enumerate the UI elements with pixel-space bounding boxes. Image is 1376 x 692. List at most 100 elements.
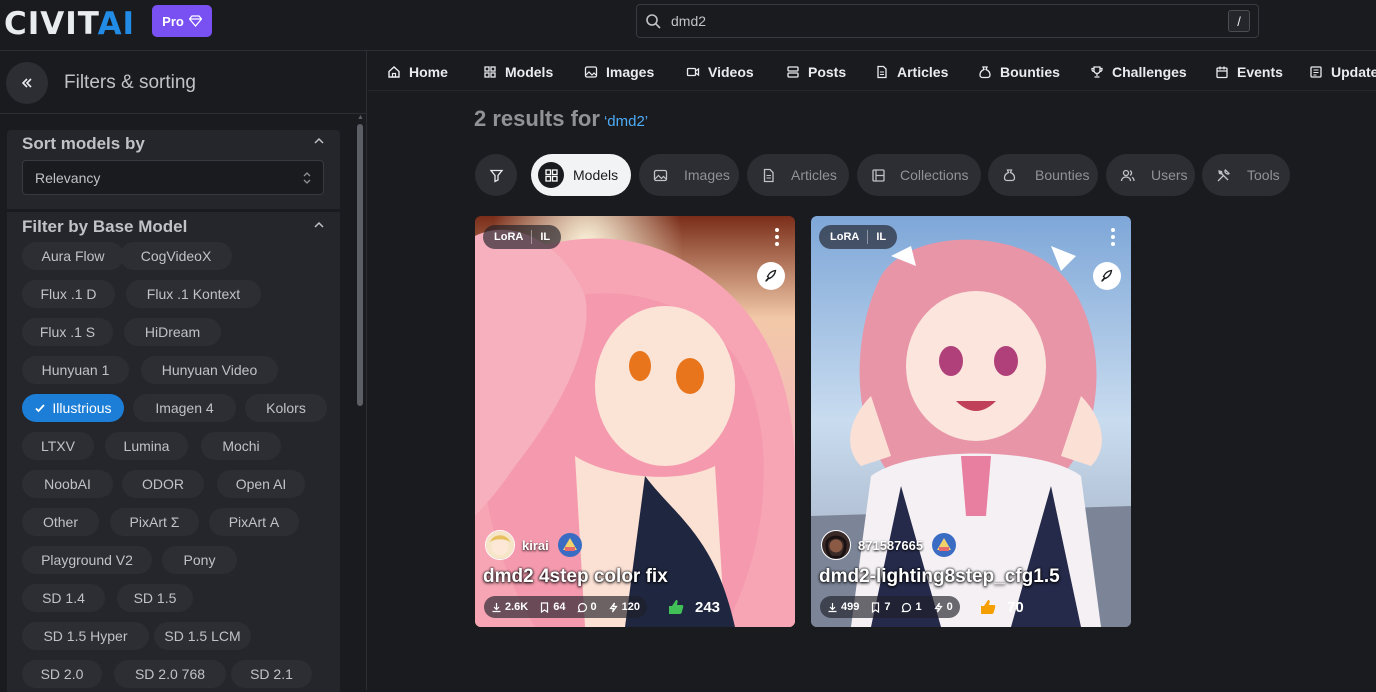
users-icon xyxy=(1120,169,1135,181)
base-model-chip[interactable]: Mochi xyxy=(201,432,281,460)
sort-select-value: Relevancy xyxy=(35,170,101,186)
collected-count: 7 xyxy=(884,601,891,613)
base-model-chip-label: NoobAI xyxy=(44,476,91,492)
model-card[interactable]: LoRA IL kirai dmd2 4step color fix 2.6K 6… xyxy=(475,216,795,627)
base-model-chip[interactable]: SD 2.0 768 xyxy=(114,660,226,688)
civitai-logo[interactable]: CIVITAI xyxy=(4,6,135,42)
base-model-chip[interactable]: Other xyxy=(22,508,99,536)
nav-bounties[interactable]: Bounties xyxy=(978,63,1060,81)
search-shortcut-key: / xyxy=(1228,10,1250,32)
more-options-icon[interactable] xyxy=(775,228,779,246)
sidebar-scrollbar[interactable] xyxy=(357,124,363,406)
nav-models[interactable]: Models xyxy=(483,63,553,81)
badge-separator xyxy=(867,230,869,244)
nav-updates[interactable]: Updates xyxy=(1309,63,1376,81)
base-model-chip-label: Pony xyxy=(183,552,216,568)
base-model-chip[interactable]: PixArt Σ xyxy=(110,508,199,536)
base-model-chip[interactable]: HiDream xyxy=(124,318,221,346)
model-stats: 499 7 1 0 xyxy=(820,596,960,618)
more-options-icon[interactable] xyxy=(1111,228,1115,246)
tab-collections-label: Collections xyxy=(900,167,969,183)
base-model-chip[interactable]: Pony xyxy=(162,546,237,574)
nav-articles[interactable]: Articles xyxy=(875,63,948,81)
base-model-chip-label: Open AI xyxy=(235,476,287,492)
nav-home-label: Home xyxy=(409,64,448,80)
base-model-chip-label: Playground V2 xyxy=(41,552,133,568)
pro-button[interactable]: Pro xyxy=(152,5,212,37)
base-model-chip[interactable]: SD 1.5 xyxy=(117,584,193,612)
tab-articles[interactable]: Articles xyxy=(747,154,849,196)
tab-images-label: Images xyxy=(684,167,730,183)
base-model: IL xyxy=(876,231,887,243)
search-input[interactable] xyxy=(671,13,1211,29)
base-model-chip[interactable]: SD 2.1 xyxy=(231,660,312,688)
tab-models-label: Models xyxy=(573,167,619,183)
base-model-chip[interactable]: Flux .1 Kontext xyxy=(126,280,261,308)
chevron-up-icon[interactable] xyxy=(312,218,326,232)
base-model-chip[interactable]: Open AI xyxy=(217,470,305,498)
base-model-chip[interactable]: Hunyuan Video xyxy=(141,356,278,384)
tab-models[interactable]: Models xyxy=(531,154,631,196)
creator-name: kirai xyxy=(522,537,549,553)
filter-toggle-button[interactable] xyxy=(475,154,517,196)
nav-updates-label: Updates xyxy=(1331,64,1376,80)
chevrons-left-icon xyxy=(21,78,32,88)
base-model-chip[interactable]: LTXV xyxy=(22,432,94,460)
selector-icon xyxy=(303,172,311,184)
base-model-chip[interactable]: NoobAI xyxy=(22,470,113,498)
filter-icon xyxy=(489,169,503,183)
home-icon xyxy=(388,66,400,78)
scroll-up-arrow[interactable]: ▲ xyxy=(357,114,364,122)
creator-info[interactable]: kirai xyxy=(485,529,583,561)
nav-home[interactable]: Home xyxy=(387,63,448,81)
base-model-chip-label: SD 2.0 768 xyxy=(134,666,206,682)
bookmark-icon xyxy=(541,601,549,613)
base-model-chip[interactable]: Illustrious xyxy=(22,394,124,422)
collapse-sidebar-button[interactable] xyxy=(6,62,48,104)
base-model-chip[interactable]: SD 1.5 Hyper xyxy=(22,622,149,650)
tab-users[interactable]: Users xyxy=(1106,154,1195,196)
base-model-chip[interactable]: SD 2.0 xyxy=(22,660,102,688)
base-model-filter-panel: Filter by Base Model Aura Flow CogVideoX F… xyxy=(7,212,340,692)
model-card[interactable]: LoRA IL 871587665 dmd2-lighting8step_cfg1… xyxy=(811,216,1131,627)
base-model-chip[interactable]: Aura Flow xyxy=(22,242,124,270)
nav-models-label: Models xyxy=(505,64,554,80)
tab-collections[interactable]: Collections xyxy=(857,154,981,196)
tab-bounties[interactable]: Bounties xyxy=(988,154,1098,196)
nav-events[interactable]: Events xyxy=(1215,63,1283,81)
base-model-chip[interactable]: SD 1.4 xyxy=(22,584,105,612)
main-nav: Home Models Images Videos Posts Articles… xyxy=(368,51,1376,91)
sort-select[interactable]: Relevancy xyxy=(22,160,324,195)
tab-tools[interactable]: Tools xyxy=(1202,154,1290,196)
base-model-chip[interactable]: Imagen 4 xyxy=(133,394,236,422)
downloads-count: 2.6K xyxy=(505,601,529,613)
base-model-chip[interactable]: Playground V2 xyxy=(22,546,152,574)
chevron-up-icon[interactable] xyxy=(312,134,326,148)
tab-bounties-label: Bounties xyxy=(1035,167,1090,183)
reactions[interactable]: 70 xyxy=(979,596,1024,618)
logo-text-b: AI xyxy=(97,6,136,42)
reactions[interactable]: 243 xyxy=(667,596,720,618)
nav-challenges[interactable]: Challenges xyxy=(1090,63,1187,81)
tab-images[interactable]: Images xyxy=(639,154,739,196)
search-box[interactable]: / xyxy=(636,4,1259,38)
base-model-chip[interactable]: Flux .1 S xyxy=(22,318,113,346)
pro-label: Pro xyxy=(162,13,184,29)
nav-videos[interactable]: Videos xyxy=(686,63,754,81)
boost-button[interactable] xyxy=(757,262,785,290)
base-model-chip[interactable]: SD 1.5 LCM xyxy=(154,622,251,650)
nav-posts[interactable]: Posts xyxy=(786,63,846,81)
base-model-chip[interactable]: Lumina xyxy=(105,432,188,460)
boost-button[interactable] xyxy=(1093,262,1121,290)
base-model-chip[interactable]: CogVideoX xyxy=(120,242,232,270)
base-model-chip[interactable]: Kolors xyxy=(245,394,327,422)
creator-info[interactable]: 871587665 xyxy=(821,529,957,561)
base-model-chip[interactable]: Hunyuan 1 xyxy=(22,356,129,384)
base-model-chip[interactable]: Flux .1 D xyxy=(22,280,115,308)
nav-images[interactable]: Images xyxy=(584,63,654,81)
nav-images-label: Images xyxy=(606,64,655,80)
creator-badge-icon xyxy=(557,533,582,557)
base-model-chip[interactable]: PixArt Α xyxy=(209,508,299,536)
base-model-chip[interactable]: ODOR xyxy=(122,470,204,498)
sort-title: Sort models by xyxy=(22,134,145,153)
